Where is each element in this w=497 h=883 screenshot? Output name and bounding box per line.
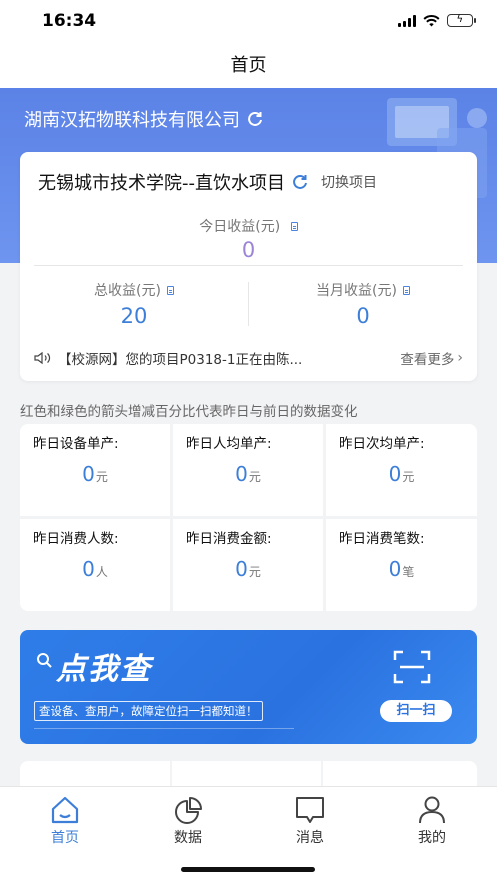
metric-label: 昨日消费笔数: — [339, 531, 425, 547]
switch-project-button[interactable]: 切换项目 — [321, 172, 377, 192]
scan-banner[interactable]: 点我查 查设备、查用户，故障定位扫一扫都知道！ 扫一扫 — [20, 630, 477, 744]
notice-bar[interactable]: 【校源网】您的项目P0318-1正在由陈... 查看更多 › — [34, 348, 463, 368]
metric-value: 0 — [235, 462, 248, 486]
month-earnings-value: 0 — [356, 304, 370, 328]
metric-label: 昨日设备单产: — [33, 436, 119, 452]
metric-value: 0 — [388, 557, 402, 581]
metric-cell: 昨日消费笔数: 0笔 — [326, 519, 477, 611]
metric-unit: 元 — [248, 470, 261, 484]
tab-messages[interactable]: 消息 — [270, 795, 350, 847]
banner-title: 点我查 — [56, 652, 152, 687]
metric-label: 昨日人均单产: — [186, 436, 272, 452]
today-earnings-value: 0 — [241, 238, 256, 262]
metric-cell: 昨日消费金额: 0元 — [173, 519, 323, 611]
month-earnings: 当月收益(元) 0 — [249, 280, 477, 328]
tab-label: 我的 — [418, 830, 446, 846]
divider — [34, 728, 294, 729]
metrics-grid: 昨日设备单产: 0元 昨日人均单产: 0元 昨日次均单产: 0元 昨日消费人数:… — [20, 424, 477, 612]
signal-icon — [398, 14, 416, 27]
document-icon[interactable] — [290, 222, 298, 231]
home-icon — [51, 796, 79, 824]
total-earnings-value: 20 — [120, 304, 148, 328]
speaker-icon — [34, 351, 51, 365]
today-earnings-label: 今日收益(元) — [20, 216, 477, 236]
status-icons: ϟ — [398, 14, 476, 27]
company-name: 湖南汉拓物联科技有限公司 — [24, 110, 240, 131]
month-earnings-label: 当月收益(元) — [316, 283, 397, 299]
search-icon — [37, 653, 52, 668]
data-change-hint: 红色和绿色的箭头增减百分比代表昨日与前日的数据变化 — [20, 404, 358, 420]
page-title: 首页 — [230, 55, 267, 76]
total-earnings-label: 总收益(元) — [94, 283, 161, 299]
metric-value: 0 — [235, 557, 248, 581]
metric-value: 0 — [82, 557, 95, 581]
view-more-link[interactable]: 查看更多 — [400, 348, 454, 368]
tab-home[interactable]: 首页 — [25, 795, 105, 847]
metric-unit: 元 — [95, 470, 108, 484]
project-card: 无锡城市技术学院--直饮水项目 切换项目 今日收益(元) 0 总收益(元) 20… — [20, 152, 477, 381]
project-name: 无锡城市技术学院--直饮水项目 — [38, 173, 285, 194]
tab-label: 数据 — [174, 830, 202, 846]
divider — [34, 265, 463, 266]
refresh-icon[interactable] — [246, 110, 264, 128]
metric-unit: 元 — [248, 565, 261, 579]
tab-label: 首页 — [51, 830, 79, 846]
metric-value: 0 — [82, 462, 95, 486]
metric-cell: 昨日设备单产: 0元 — [20, 424, 170, 516]
metric-unit: 人 — [95, 565, 108, 579]
metric-unit: 元 — [402, 470, 415, 484]
metric-label: 昨日消费金额: — [186, 531, 272, 547]
document-icon[interactable] — [402, 285, 410, 295]
metric-value: 0 — [388, 462, 402, 486]
project-header: 无锡城市技术学院--直饮水项目 切换项目 — [38, 169, 463, 195]
scan-button[interactable]: 扫一扫 — [380, 700, 452, 722]
tab-profile[interactable]: 我的 — [392, 795, 472, 847]
tab-label: 消息 — [296, 830, 324, 846]
document-icon[interactable] — [166, 285, 174, 295]
user-icon — [419, 796, 445, 824]
scan-icon[interactable] — [393, 650, 431, 684]
total-earnings: 总收益(元) 20 — [20, 280, 248, 328]
chevron-right-icon[interactable]: › — [457, 350, 463, 366]
pie-chart-icon — [175, 797, 202, 824]
metric-label: 昨日消费人数: — [33, 531, 119, 547]
status-bar: 16:34 ϟ — [0, 0, 497, 44]
metric-label: 昨日次均单产: — [339, 436, 425, 452]
tab-data[interactable]: 数据 — [148, 795, 228, 847]
battery-icon: ϟ — [447, 14, 476, 27]
notice-text[interactable]: 【校源网】您的项目P0318-1正在由陈... — [58, 348, 400, 368]
switch-project-icon[interactable] — [291, 173, 309, 191]
metrics-card: 昨日设备单产: 0元 昨日人均单产: 0元 昨日次均单产: 0元 昨日消费人数:… — [20, 424, 477, 612]
metric-cell: 昨日次均单产: 0元 — [326, 424, 477, 516]
message-icon — [296, 797, 324, 823]
metric-cell: 昨日人均单产: 0元 — [173, 424, 323, 516]
metric-unit: 笔 — [402, 565, 415, 579]
nav-bar: 首页 — [0, 44, 497, 88]
company-selector[interactable]: 湖南汉拓物联科技有限公司 — [24, 106, 264, 132]
home-indicator — [181, 867, 315, 872]
wifi-icon — [423, 14, 440, 26]
metric-cell: 昨日消费人数: 0人 — [20, 519, 170, 611]
banner-subtitle: 查设备、查用户，故障定位扫一扫都知道！ — [34, 701, 263, 721]
status-time: 16:34 — [42, 11, 97, 31]
